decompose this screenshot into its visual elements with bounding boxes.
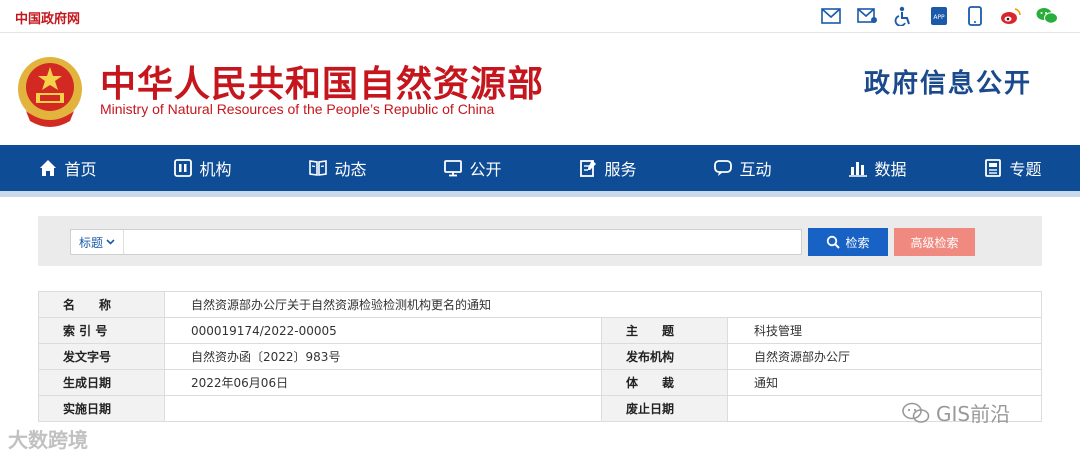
monitor-icon bbox=[444, 160, 463, 177]
meta-name-label: 名 称 bbox=[38, 291, 165, 318]
chat-icon bbox=[714, 160, 733, 176]
meta-date-label: 生成日期 bbox=[38, 369, 165, 396]
table-row: 索 引 号 000019174/2022-00005 主 题 科技管理 bbox=[38, 317, 1042, 344]
search-box: 标题 bbox=[70, 229, 802, 256]
search-icon bbox=[827, 235, 841, 249]
ministry-name-cn: 中华人民共和国自然资源部 bbox=[100, 64, 545, 105]
nav-item-interact[interactable]: 互动 bbox=[675, 145, 810, 191]
watermark-left-text: 大数跨境 bbox=[8, 428, 88, 452]
meta-topic-value: 科技管理 bbox=[727, 317, 1042, 344]
watermark-right-text: GIS前沿 bbox=[936, 402, 1011, 426]
table-row: 名 称 自然资源部办公厅关于自然资源检验检测机构更名的通知 bbox=[38, 291, 1042, 318]
accessibility-icon[interactable] bbox=[892, 5, 914, 27]
search-button[interactable]: 检索 bbox=[808, 228, 888, 256]
nav-item-open[interactable]: 公开 bbox=[405, 145, 540, 191]
nav-item-service[interactable]: 服务 bbox=[540, 145, 675, 191]
nav-item-news[interactable]: 动态 bbox=[270, 145, 405, 191]
nav-label: 公开 bbox=[469, 160, 502, 179]
top-bar: 中国政府网 APP bbox=[0, 0, 1080, 33]
advanced-search-button[interactable]: 高级检索 bbox=[894, 228, 975, 256]
meta-impl-value bbox=[164, 395, 602, 422]
home-icon bbox=[40, 160, 57, 176]
nav-label: 机构 bbox=[199, 160, 232, 179]
gov-portal-link[interactable]: 中国政府网 bbox=[15, 8, 80, 27]
nav-label: 服务 bbox=[604, 160, 637, 179]
nav-label: 动态 bbox=[334, 160, 367, 179]
meta-impl-label: 实施日期 bbox=[38, 395, 165, 422]
search-select-value: 标题 bbox=[78, 235, 103, 250]
topic-icon bbox=[985, 159, 1002, 177]
meta-org-value: 自然资源部办公厅 bbox=[727, 343, 1042, 370]
meta-docno-value: 自然资办函〔2022〕983号 bbox=[164, 343, 602, 370]
watermark-left: 大数跨境 bbox=[8, 424, 88, 453]
chart-icon bbox=[849, 162, 868, 177]
table-row: 发文字号 自然资办函〔2022〕983号 发布机构 自然资源部办公厅 bbox=[38, 343, 1042, 370]
search-button-label: 检索 bbox=[845, 235, 870, 250]
nav-item-data[interactable]: 数据 bbox=[810, 145, 945, 191]
meta-topic-label: 主 题 bbox=[601, 317, 728, 344]
table-row: 实施日期 废止日期 bbox=[38, 395, 1042, 422]
wechat-icon bbox=[902, 402, 930, 423]
email-icon[interactable] bbox=[856, 5, 878, 27]
chevron-down-icon bbox=[106, 239, 115, 245]
nav-item-org[interactable]: 机构 bbox=[135, 145, 270, 191]
meta-docno-label: 发文字号 bbox=[38, 343, 165, 370]
nav-shadow bbox=[0, 191, 1080, 197]
search-input[interactable] bbox=[125, 230, 799, 256]
app-icon[interactable]: APP bbox=[928, 5, 950, 27]
meta-org-label: 发布机构 bbox=[601, 343, 728, 370]
meta-index-value: 000019174/2022-00005 bbox=[164, 317, 602, 344]
org-icon bbox=[174, 159, 193, 177]
nav-label: 数据 bbox=[874, 160, 907, 179]
weibo-icon[interactable] bbox=[1000, 5, 1022, 27]
search-panel: 标题 检索 高级检索 bbox=[38, 216, 1042, 266]
watermark-right: GIS前沿 bbox=[902, 398, 1010, 427]
meta-index-label: 索 引 号 bbox=[38, 317, 165, 344]
meta-genre-value: 通知 bbox=[727, 369, 1042, 396]
table-row: 生成日期 2022年06月06日 体 裁 通知 bbox=[38, 369, 1042, 396]
nav-label: 专题 bbox=[1009, 160, 1042, 179]
national-emblem-icon bbox=[14, 51, 86, 131]
nav-label: 首页 bbox=[64, 160, 97, 179]
mobile-icon[interactable] bbox=[964, 5, 986, 27]
advanced-search-label: 高级检索 bbox=[910, 235, 959, 250]
wechat-icon[interactable] bbox=[1036, 5, 1058, 27]
meta-name-value: 自然资源部办公厅关于自然资源检验检测机构更名的通知 bbox=[164, 291, 1042, 318]
book-icon bbox=[309, 160, 328, 176]
mail-icon[interactable] bbox=[820, 5, 842, 27]
nav-item-topic[interactable]: 专题 bbox=[945, 145, 1080, 191]
edit-icon bbox=[580, 160, 597, 177]
nav-item-home[interactable]: 首页 bbox=[0, 145, 135, 191]
main-nav: 首页 机构 动态 公开 服务 互动 数据 专题 bbox=[0, 145, 1080, 191]
document-meta-table: 名 称 自然资源部办公厅关于自然资源检验检测机构更名的通知 索 引 号 0000… bbox=[38, 291, 1042, 422]
meta-expire-label: 废止日期 bbox=[601, 395, 728, 422]
search-field-select[interactable]: 标题 bbox=[71, 230, 124, 254]
app-icon-label: APP bbox=[933, 14, 945, 21]
site-header: 中华人民共和国自然资源部 Ministry of Natural Resourc… bbox=[0, 33, 1080, 145]
top-icons: APP bbox=[820, 5, 1058, 27]
meta-date-value: 2022年06月06日 bbox=[164, 369, 602, 396]
nav-label: 互动 bbox=[739, 160, 772, 179]
portal-title: 政府信息公开 bbox=[863, 69, 1032, 99]
meta-genre-label: 体 裁 bbox=[601, 369, 728, 396]
ministry-name-en: Ministry of Natural Resources of the Peo… bbox=[100, 101, 495, 117]
